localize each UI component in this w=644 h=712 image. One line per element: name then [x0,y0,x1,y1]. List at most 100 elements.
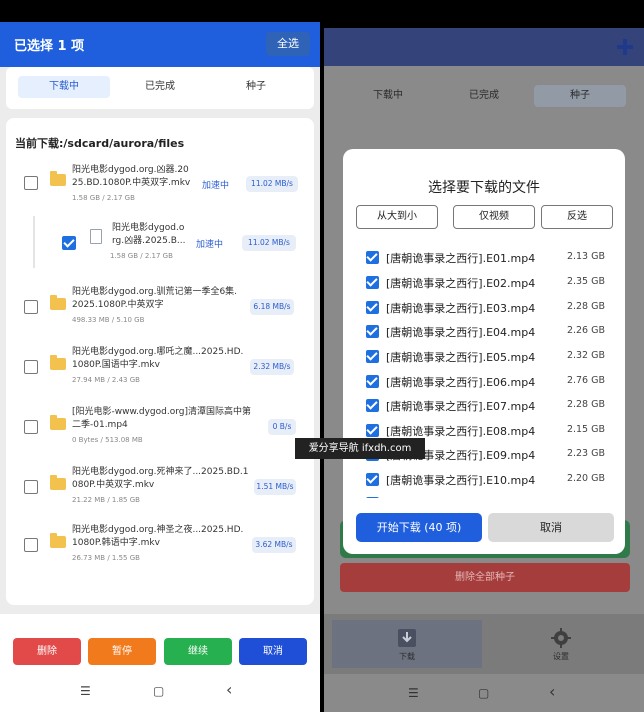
file-item[interactable]: [唐朝诡事录之西行].E06.mp4 2.76 GB [343,369,625,393]
file-item[interactable]: [唐朝诡事录之西行].E10.mp4 2.20 GB [343,467,625,491]
download-tabs: 下载中 已完成 种子 [330,80,638,112]
nav-settings[interactable]: 设置 [486,620,636,668]
home-icon[interactable]: ▢ [478,686,489,700]
file-size: 2.35 GB [566,276,605,287]
file-checkbox[interactable] [366,251,379,264]
video-only-button[interactable]: 仅视频 [453,205,535,229]
file-checkbox[interactable] [366,350,379,363]
file-checkbox[interactable] [366,473,379,486]
file-name: [唐朝诡事录之西行].E08.mp4 [386,425,536,438]
download-item[interactable]: 阳光电影dygod.org.死神来了...2025.BD.1 080P.中英双字… [6,466,314,522]
file-size: 2.23 GB [566,448,605,459]
file-name: [唐朝诡事录之西行].E03.mp4 [386,302,536,315]
file-size: 2.28 GB [566,399,605,410]
file-item[interactable]: [唐朝诡事录之西行].E02.mp4 2.35 GB [343,270,625,294]
tab-completed[interactable]: 已完成 [438,85,530,107]
dialog-cancel-button[interactable]: 取消 [488,513,614,542]
file-checkbox[interactable] [366,375,379,388]
dialog-title: 选择要下载的文件 [428,180,540,196]
file-size: 2.15 GB [566,424,605,435]
item-speed-badge: 3.62 MB/s [252,537,296,553]
file-size: 2.76 GB [566,375,605,386]
file-checkbox[interactable] [366,399,379,412]
item-checkbox[interactable] [24,420,38,434]
item-size: 27.94 MB / 2.43 GB [72,376,140,384]
item-checkbox[interactable] [24,300,38,314]
item-size: 0 Bytes / 513.08 MB [72,436,143,444]
item-checkbox[interactable] [24,360,38,374]
system-nav-bar: ☰ ▢ ‹ [0,670,320,712]
item-checkbox[interactable] [62,236,76,250]
download-item[interactable]: 阳光电影dygod.org.凶器.20 25.BD.1080P.中英双字.mkv… [6,164,314,220]
delete-all-torrents-button[interactable]: 删除全部种子 [340,563,630,592]
file-item[interactable]: [唐朝诡事录之西行].E01.mp4 2.13 GB [343,245,625,269]
download-item[interactable]: 阳光电影dygod.org.神圣之夜...2025.HD. 1080P.韩语中字… [6,524,314,580]
system-nav-bar: ☰ ▢ ‹ [324,674,644,712]
menu-icon[interactable]: ☰ [408,686,419,700]
status-bar [0,0,320,22]
cancel-button[interactable]: 取消 [239,638,307,665]
invert-selection-button[interactable]: 反选 [541,205,613,229]
item-name-line2: 2025.1080P.中英双字 [72,300,164,310]
nav-settings-label: 设置 [553,652,569,661]
item-name-line1: 阳光电影dygod.org.哪吒之魔...2025.HD. [72,347,244,357]
resume-button[interactable]: 继续 [164,638,232,665]
tab-torrents[interactable]: 种子 [534,85,626,107]
menu-icon[interactable]: ☰ [80,684,91,698]
item-checkbox[interactable] [24,176,38,190]
tab-torrents[interactable]: 种子 [210,76,302,98]
file-checkbox[interactable] [366,325,379,338]
back-icon[interactable]: ‹ [549,682,555,701]
file-item[interactable]: [唐朝诡事录之西行].E07.mp4 2.28 GB [343,393,625,417]
file-name: [唐朝诡事录之西行].E05.mp4 [386,351,536,364]
status-bar [324,0,644,28]
item-name-line1: 阳光电影dygod.org.凶器.20 [72,165,189,175]
tab-downloading[interactable]: 下载中 [342,85,434,107]
item-name-line1: [阳光电影-www.dygod.org]清潭国际高中第 [72,407,251,417]
file-name: [唐朝诡事录之西行].E10.mp4 [386,474,536,487]
start-download-button[interactable]: 开始下载 (40 项) [356,513,482,542]
folder-icon [50,171,66,186]
nav-download[interactable]: 下载 [332,620,482,668]
item-speed-badge: 2.32 MB/s [250,359,294,375]
file-checkbox[interactable] [366,497,379,498]
item-checkbox[interactable] [24,538,38,552]
download-item[interactable]: 阳光电影dygod.org.驯荒记第一季全6集. 2025.1080P.中英双字… [6,286,314,342]
file-checkbox[interactable] [366,276,379,289]
tab-completed[interactable]: 已完成 [114,76,206,98]
file-item-partial[interactable] [343,491,625,498]
file-list[interactable]: [唐朝诡事录之西行].E01.mp4 2.13 GB [唐朝诡事录之西行].E0… [343,243,625,498]
item-size: 21.22 MB / 1.85 GB [72,496,140,504]
left-screen: 已选择 1 项 全选 下载中 已完成 种子 当前下载:/sdcard/auror… [0,0,320,712]
item-name-line2: 1080P.国语中字.mkv [72,360,160,370]
download-tabs: 下载中 已完成 种子 [6,67,314,109]
file-item[interactable]: [唐朝诡事录之西行].E03.mp4 2.28 GB [343,295,625,319]
file-name: [唐朝诡事录之西行].E01.mp4 [386,252,536,265]
file-checkbox[interactable] [366,424,379,437]
download-path-label: 当前下载:/sdcard/aurora/files [15,137,185,150]
item-status: 加速中 [196,240,224,250]
pause-button[interactable]: 暂停 [88,638,156,665]
file-size: 2.20 GB [566,473,605,484]
folder-icon [50,355,66,370]
item-checkbox[interactable] [24,480,38,494]
item-name-line1: 阳光电影dygod.org.死神来了...2025.BD.1 [72,467,249,477]
tab-downloading[interactable]: 下载中 [18,76,110,98]
file-size: 2.13 GB [566,251,605,262]
select-all-button[interactable]: 全选 [266,32,310,56]
back-icon[interactable]: ‹ [226,680,232,699]
delete-button[interactable]: 删除 [13,638,81,665]
sort-largest-first-button[interactable]: 从大到小 [356,205,438,229]
item-speed-badge: 1.51 MB/s [254,479,296,495]
file-item[interactable]: [唐朝诡事录之西行].E04.mp4 2.26 GB [343,319,625,343]
download-item[interactable]: [阳光电影-www.dygod.org]清潭国际高中第 二季-01.mp4 0 … [6,406,314,462]
file-item[interactable]: [唐朝诡事录之西行].E05.mp4 2.32 GB [343,344,625,368]
add-icon [617,39,633,55]
home-icon[interactable]: ▢ [153,684,164,698]
download-item-child[interactable]: 阳光电影dygod.o rg.凶器.2025.B... 1.58 GB / 2.… [6,218,314,274]
item-size: 26.73 MB / 1.55 GB [72,554,140,562]
download-item[interactable]: 阳光电影dygod.org.哪吒之魔...2025.HD. 1080P.国语中字… [6,346,314,402]
file-checkbox[interactable] [366,301,379,314]
item-name-line1: 阳光电影dygod.org.驯荒记第一季全6集. [72,287,238,297]
file-name: [唐朝诡事录之西行].E04.mp4 [386,326,536,339]
